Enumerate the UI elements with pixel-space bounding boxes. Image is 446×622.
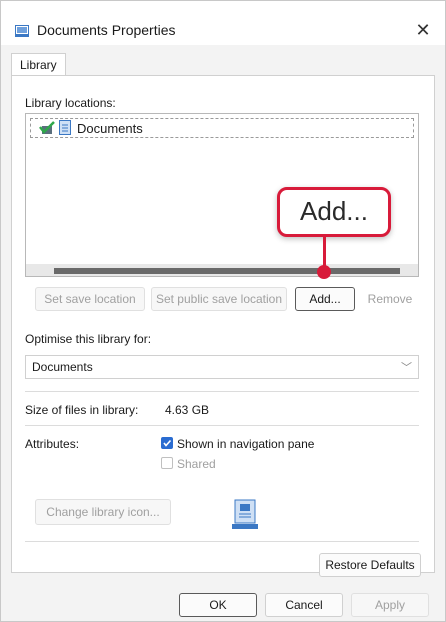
divider [25, 425, 419, 426]
cancel-button[interactable]: Cancel [265, 593, 343, 617]
checkmark-icon [163, 439, 172, 447]
apply-button[interactable]: Apply [351, 593, 429, 617]
shared-label[interactable]: Shared [177, 457, 216, 471]
shown-in-nav-checkbox[interactable] [161, 437, 173, 449]
callout-pointer-dot [317, 265, 331, 279]
documents-library-icon [59, 120, 71, 135]
tab-library[interactable]: Library [11, 53, 66, 76]
size-value: 4.63 GB [165, 403, 210, 417]
optimise-value: Documents [32, 360, 93, 374]
remove-button[interactable]: Remove [361, 287, 419, 311]
window-title: Documents Properties [37, 22, 176, 38]
set-save-location-button[interactable]: Set save location [35, 287, 145, 311]
divider [25, 541, 419, 542]
restore-defaults-button[interactable]: Restore Defaults [319, 553, 421, 577]
add-button[interactable]: Add... [295, 287, 355, 311]
documents-library-icon [232, 499, 258, 529]
set-public-save-location-button[interactable]: Set public save location [151, 287, 287, 311]
shown-in-nav-label[interactable]: Shown in navigation pane [177, 437, 314, 451]
library-locations-label: Library locations: [25, 96, 116, 110]
location-name: Documents [77, 121, 143, 136]
divider [25, 391, 419, 392]
library-icon [15, 25, 29, 37]
chevron-down-icon: ﹀ [401, 362, 412, 374]
list-item[interactable]: Documents [30, 118, 414, 138]
ok-button[interactable]: OK [179, 593, 257, 617]
shared-checkbox[interactable] [161, 457, 173, 469]
change-library-icon-button[interactable]: Change library icon... [35, 499, 171, 525]
optimise-select[interactable]: Documents ﹀ [25, 355, 419, 379]
scrollbar-thumb[interactable] [54, 268, 400, 274]
close-button[interactable]: ✕ [409, 17, 437, 43]
properties-dialog: Documents Properties ✕ Library Library l… [0, 0, 446, 622]
horizontal-scrollbar[interactable] [26, 264, 418, 276]
size-label: Size of files in library: [25, 403, 139, 417]
green-check-icon [39, 121, 55, 134]
title-bar: Documents Properties ✕ [1, 1, 445, 45]
optimise-label: Optimise this library for: [25, 332, 152, 346]
attributes-label: Attributes: [25, 437, 80, 451]
add-callout: Add... [277, 187, 391, 237]
